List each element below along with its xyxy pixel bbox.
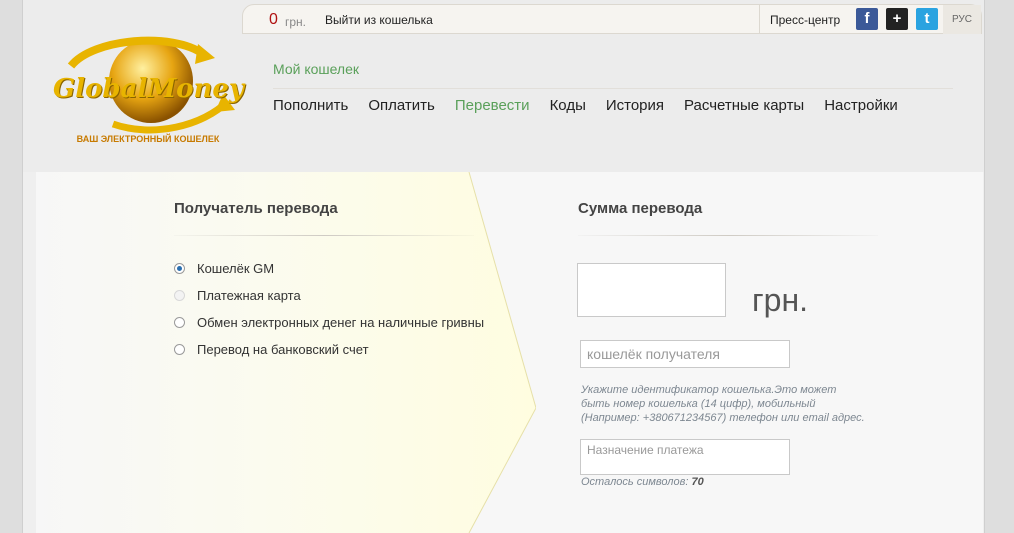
radio-option-gm-wallet[interactable]: Кошелёк GM [174,261,274,276]
logo-tagline: ВАШ ЭЛЕКТРОННЫЙ КОШЕЛЕК [76,134,220,144]
wallet-title[interactable]: Мой кошелек [273,61,359,77]
divider [759,5,760,34]
radio-button[interactable] [174,263,185,274]
wallet-hint: Укажите идентификатор кошелька.Это может… [581,383,901,425]
hint-line: быть номер кошелька (14 цифр), мобильный [581,398,816,410]
logout-link[interactable]: Выйти из кошелька [325,13,433,27]
divider [174,235,474,236]
language-switch[interactable]: РУС [943,5,981,34]
nav-item-cards[interactable]: Расчетные карты [684,97,804,114]
twitter-icon[interactable]: t [916,8,938,30]
press-center-link[interactable]: Пресс-центр [770,13,840,27]
chars-remaining-label: Осталось символов: [581,476,689,488]
radio-label: Перевод на банковский счет [197,342,369,357]
logo-brand: GlobalMoney [53,74,245,104]
radio-label: Кошелёк GM [197,261,275,276]
nav-item-transfer[interactable]: Перевести [455,97,530,114]
balance-currency: грн. [285,15,307,29]
nav-item-history[interactable]: История [606,97,664,114]
radio-label: Обмен электронных денег на наличные грив… [197,315,485,330]
amount-title: Сумма перевода [578,200,703,217]
nav-item-settings[interactable]: Настройки [824,97,898,114]
top-bar: 0 грн. Выйти из кошелька Пресс-центр f +… [242,4,982,34]
google-plus-icon[interactable]: + [886,8,908,30]
divider [273,88,953,89]
hint-line: Укажите идентификатор кошелька.Это может [581,384,837,396]
hint-line: (Например: +380671234567) телефон или em… [581,412,865,424]
logo[interactable]: GlobalMoney ВАШ ЭЛЕКТРОННЫЙ КОШЕЛЕК [53,36,245,151]
nav-item-pay[interactable]: Оплатить [368,97,435,114]
amount-input[interactable] [577,263,726,317]
recipient-wallet-input[interactable] [580,340,790,368]
main-nav: Пополнить Оплатить Перевести Коды Истори… [273,97,898,114]
recipient-title: Получатель перевода [174,200,338,217]
nav-item-codes[interactable]: Коды [550,97,586,114]
chars-remaining: Осталось символов: 70 [581,476,704,488]
header: 0 грн. Выйти из кошелька Пресс-центр f +… [23,0,984,172]
radio-option-payment-card[interactable]: Платежная карта [174,288,301,303]
amount-currency: грн. [752,282,809,318]
transfer-form: Получатель перевода Кошелёк GM Платежная… [36,172,983,533]
radio-label: Платежная карта [197,288,301,303]
radio-button[interactable] [174,344,185,355]
radio-option-bank-account[interactable]: Перевод на банковский счет [174,342,369,357]
radio-button[interactable] [174,317,185,328]
nav-item-topup[interactable]: Пополнить [273,97,348,114]
radio-option-cash-exchange[interactable]: Обмен электронных денег на наличные грив… [174,315,484,330]
recipient-panel: Получатель перевода Кошелёк GM Платежная… [36,172,536,533]
chars-remaining-value: 70 [691,476,704,488]
page-frame: 0 грн. Выйти из кошелька Пресс-центр f +… [22,0,985,533]
facebook-icon[interactable]: f [856,8,878,30]
divider [578,235,878,236]
balance-value: 0 [269,11,278,28]
payment-purpose-input[interactable] [580,439,790,475]
radio-button[interactable] [174,290,185,301]
